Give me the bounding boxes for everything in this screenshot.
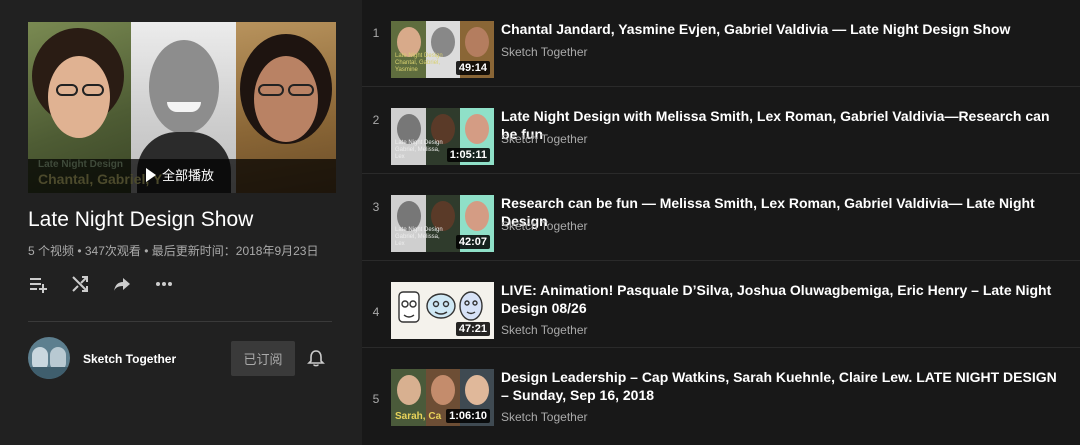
thumbnail-caption-1: Late Night Design <box>38 159 124 170</box>
list-item[interactable]: 3 Late Night Design Gabriel, Melissa, Le… <box>362 174 1080 261</box>
subscribed-button[interactable]: 已订阅 <box>231 341 295 376</box>
video-thumbnail[interactable]: Late Night Design Gabriel, Melissa, Lex … <box>391 108 494 165</box>
video-title[interactable]: Chantal Jandard, Yasmine Evjen, Gabriel … <box>501 20 1061 38</box>
video-index: 1 <box>372 26 380 40</box>
video-index: 2 <box>372 113 380 127</box>
thumbnail-caption: Late Night Design Gabriel, Melissa, Lex <box>395 140 443 160</box>
share-icon[interactable] <box>112 274 132 294</box>
video-thumbnail[interactable]: 47:21 <box>391 282 494 339</box>
divider <box>28 321 332 322</box>
video-thumbnail[interactable]: Late Night Design Gabriel, Melissa, Lex … <box>391 195 494 252</box>
more-icon[interactable] <box>154 274 174 294</box>
video-duration: 49:14 <box>455 61 490 75</box>
add-to-queue-icon[interactable] <box>28 274 48 294</box>
list-item[interactable]: 1 Late Night Design Chantal, Gabriel, Ya… <box>362 0 1080 87</box>
video-thumbnail[interactable]: Sarah, Ca 1:06:10 <box>391 369 494 426</box>
list-item[interactable]: 5 Sarah, Ca 1:06:10 Design Leadership – … <box>362 348 1080 435</box>
thumbnail-caption: Late Night Design Gabriel, Melissa, Lex <box>395 227 443 247</box>
playlist-sidebar: Late Night Design Chantal, Gabriel, Y 全部… <box>0 0 362 445</box>
playlist-stats: 5 个视频 • 347次观看 • 最后更新时间：2018年9月23日 <box>28 244 319 258</box>
list-item[interactable]: 4 47:21 LIVE: Animation! Pasquale D’Silv… <box>362 261 1080 348</box>
channel-owner: Sketch Together 已订阅 <box>28 337 332 379</box>
playlist-title[interactable]: Late Night Design Show <box>28 208 253 232</box>
video-channel[interactable]: Sketch Together <box>501 323 588 337</box>
video-duration: 47:21 <box>455 322 490 336</box>
video-title[interactable]: Design Leadership – Cap Watkins, Sarah K… <box>501 368 1061 404</box>
play-all-button[interactable]: 全部播放 <box>146 165 214 184</box>
shuffle-icon[interactable] <box>70 274 90 294</box>
playlist-videos: 1 Late Night Design Chantal, Gabriel, Ya… <box>362 0 1080 445</box>
channel-name[interactable]: Sketch Together <box>83 352 176 366</box>
video-duration: 42:07 <box>455 235 490 249</box>
notification-bell-icon[interactable] <box>307 349 325 367</box>
video-index: 3 <box>372 200 380 214</box>
play-all-label: 全部播放 <box>162 168 215 183</box>
video-channel[interactable]: Sketch Together <box>501 410 588 424</box>
video-title[interactable]: LIVE: Animation! Pasquale D’Silva, Joshu… <box>501 281 1061 317</box>
channel-avatar[interactable] <box>28 337 70 379</box>
thumbnail-caption: Sarah, Ca <box>395 411 442 422</box>
thumbnail-caption: Late Night Design Chantal, Gabriel, Yasm… <box>395 53 443 73</box>
video-duration: 1:06:10 <box>446 409 490 423</box>
video-index: 5 <box>372 392 380 406</box>
video-index: 4 <box>372 305 380 319</box>
video-channel[interactable]: Sketch Together <box>501 219 588 233</box>
playlist-actions <box>28 274 174 294</box>
play-icon <box>146 167 156 182</box>
list-item[interactable]: 2 Late Night Design Gabriel, Melissa, Le… <box>362 87 1080 174</box>
playlist-thumbnail[interactable]: Late Night Design Chantal, Gabriel, Y 全部… <box>28 22 336 193</box>
video-channel[interactable]: Sketch Together <box>501 132 588 146</box>
video-duration: 1:05:11 <box>446 148 490 162</box>
video-channel[interactable]: Sketch Together <box>501 45 588 59</box>
thumbnail-caption-2: Chantal, Gabriel, Y <box>38 171 163 187</box>
video-thumbnail[interactable]: Late Night Design Chantal, Gabriel, Yasm… <box>391 21 494 78</box>
